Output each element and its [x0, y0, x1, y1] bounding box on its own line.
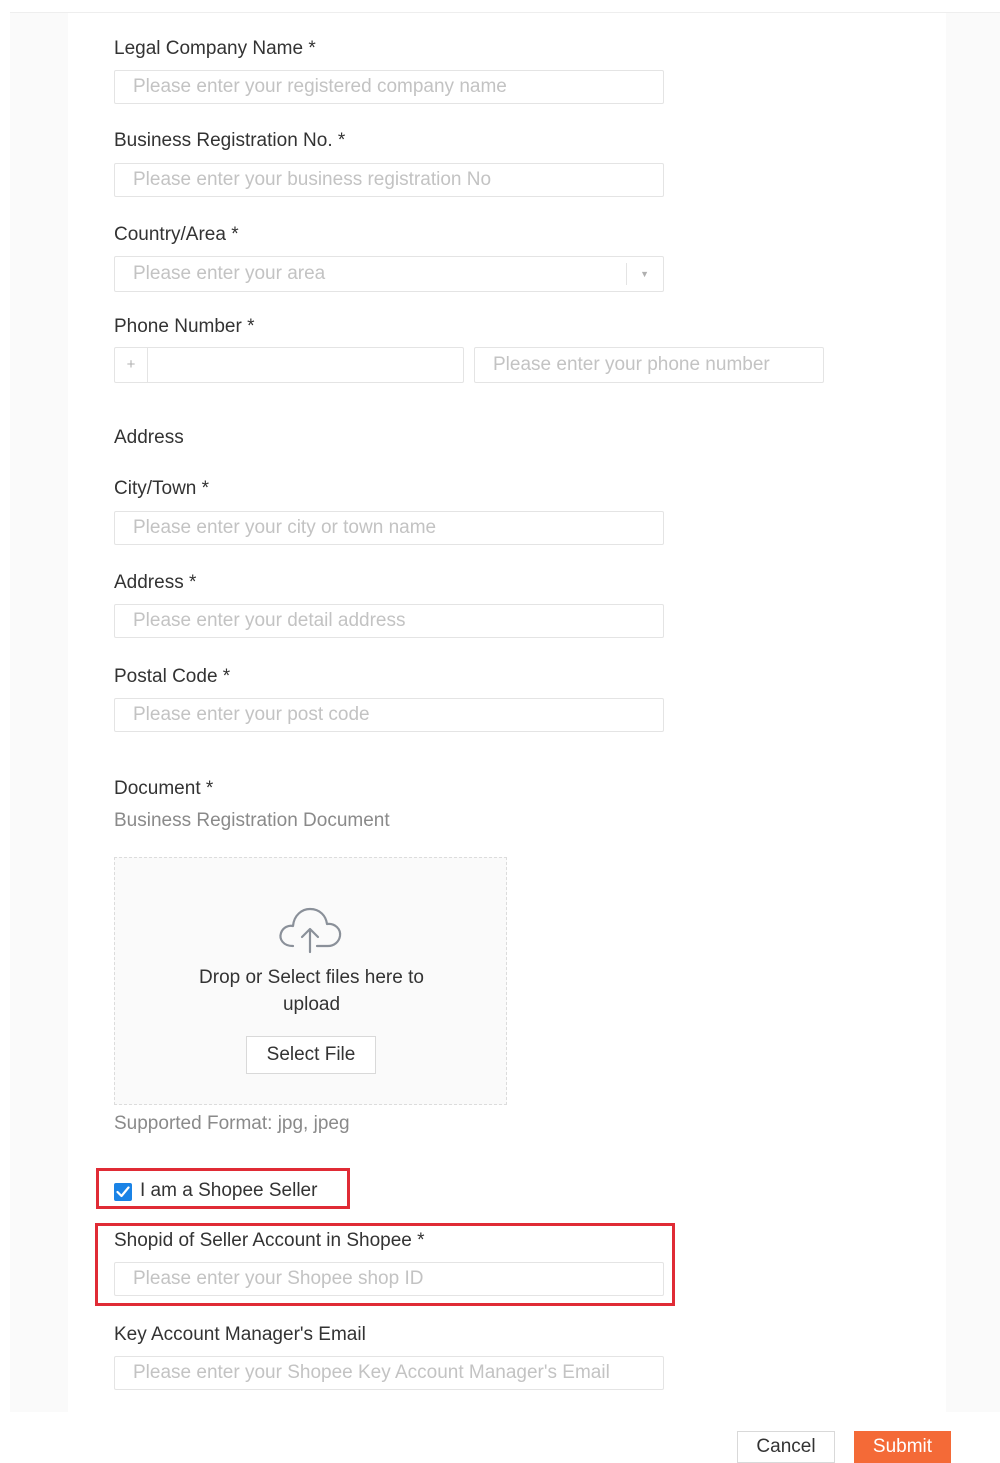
kam-email-label: Key Account Manager's Email — [114, 1324, 366, 1345]
shop-id-input[interactable] — [114, 1262, 664, 1296]
postal-code-label: Postal Code * — [114, 666, 231, 687]
file-upload-dropzone[interactable]: Drop or Select files here to upload Sele… — [114, 857, 507, 1105]
address-section-title: Address — [114, 427, 184, 448]
country-area-placeholder: Please enter your area — [133, 263, 326, 284]
postal-code-input[interactable] — [114, 698, 664, 732]
phone-number-label: Phone Number * — [114, 316, 255, 337]
select-divider — [626, 263, 627, 285]
city-town-label: City/Town * — [114, 478, 210, 499]
submit-button[interactable]: Submit — [854, 1431, 951, 1463]
shopee-seller-label[interactable]: I am a Shopee Seller — [140, 1179, 317, 1203]
address-label: Address * — [114, 572, 197, 593]
document-sublabel: Business Registration Document — [114, 810, 390, 831]
country-area-label: Country/Area * — [114, 224, 239, 245]
shopee-seller-checkbox[interactable] — [114, 1183, 132, 1201]
upload-instructions: Drop or Select files here to upload — [115, 964, 508, 1018]
plus-icon: + — [115, 348, 148, 382]
kam-email-input[interactable] — [114, 1356, 664, 1390]
cloud-upload-icon — [277, 904, 343, 959]
checkmark-icon — [116, 1186, 130, 1198]
phone-number-input[interactable] — [474, 347, 824, 383]
document-label: Document * — [114, 778, 214, 799]
country-code-field[interactable]: + — [114, 347, 464, 383]
shop-id-label: Shopid of Seller Account in Shopee * — [114, 1230, 425, 1251]
legal-company-name-input[interactable] — [114, 70, 664, 104]
business-registration-label: Business Registration No. * — [114, 130, 346, 151]
footer-bar — [0, 1412, 1000, 1461]
select-file-button[interactable]: Select File — [246, 1036, 376, 1074]
legal-company-name-label: Legal Company Name * — [114, 38, 316, 59]
address-input[interactable] — [114, 604, 664, 638]
cancel-button[interactable]: Cancel — [737, 1431, 835, 1463]
city-town-input[interactable] — [114, 511, 664, 545]
country-area-select[interactable]: Please enter your area ▼ — [114, 256, 664, 292]
chevron-down-icon[interactable]: ▼ — [640, 265, 649, 283]
business-registration-input[interactable] — [114, 163, 664, 197]
upload-message-text: Drop or Select files here to upload — [199, 967, 424, 1015]
supported-format-text: Supported Format: jpg, jpeg — [114, 1113, 350, 1134]
